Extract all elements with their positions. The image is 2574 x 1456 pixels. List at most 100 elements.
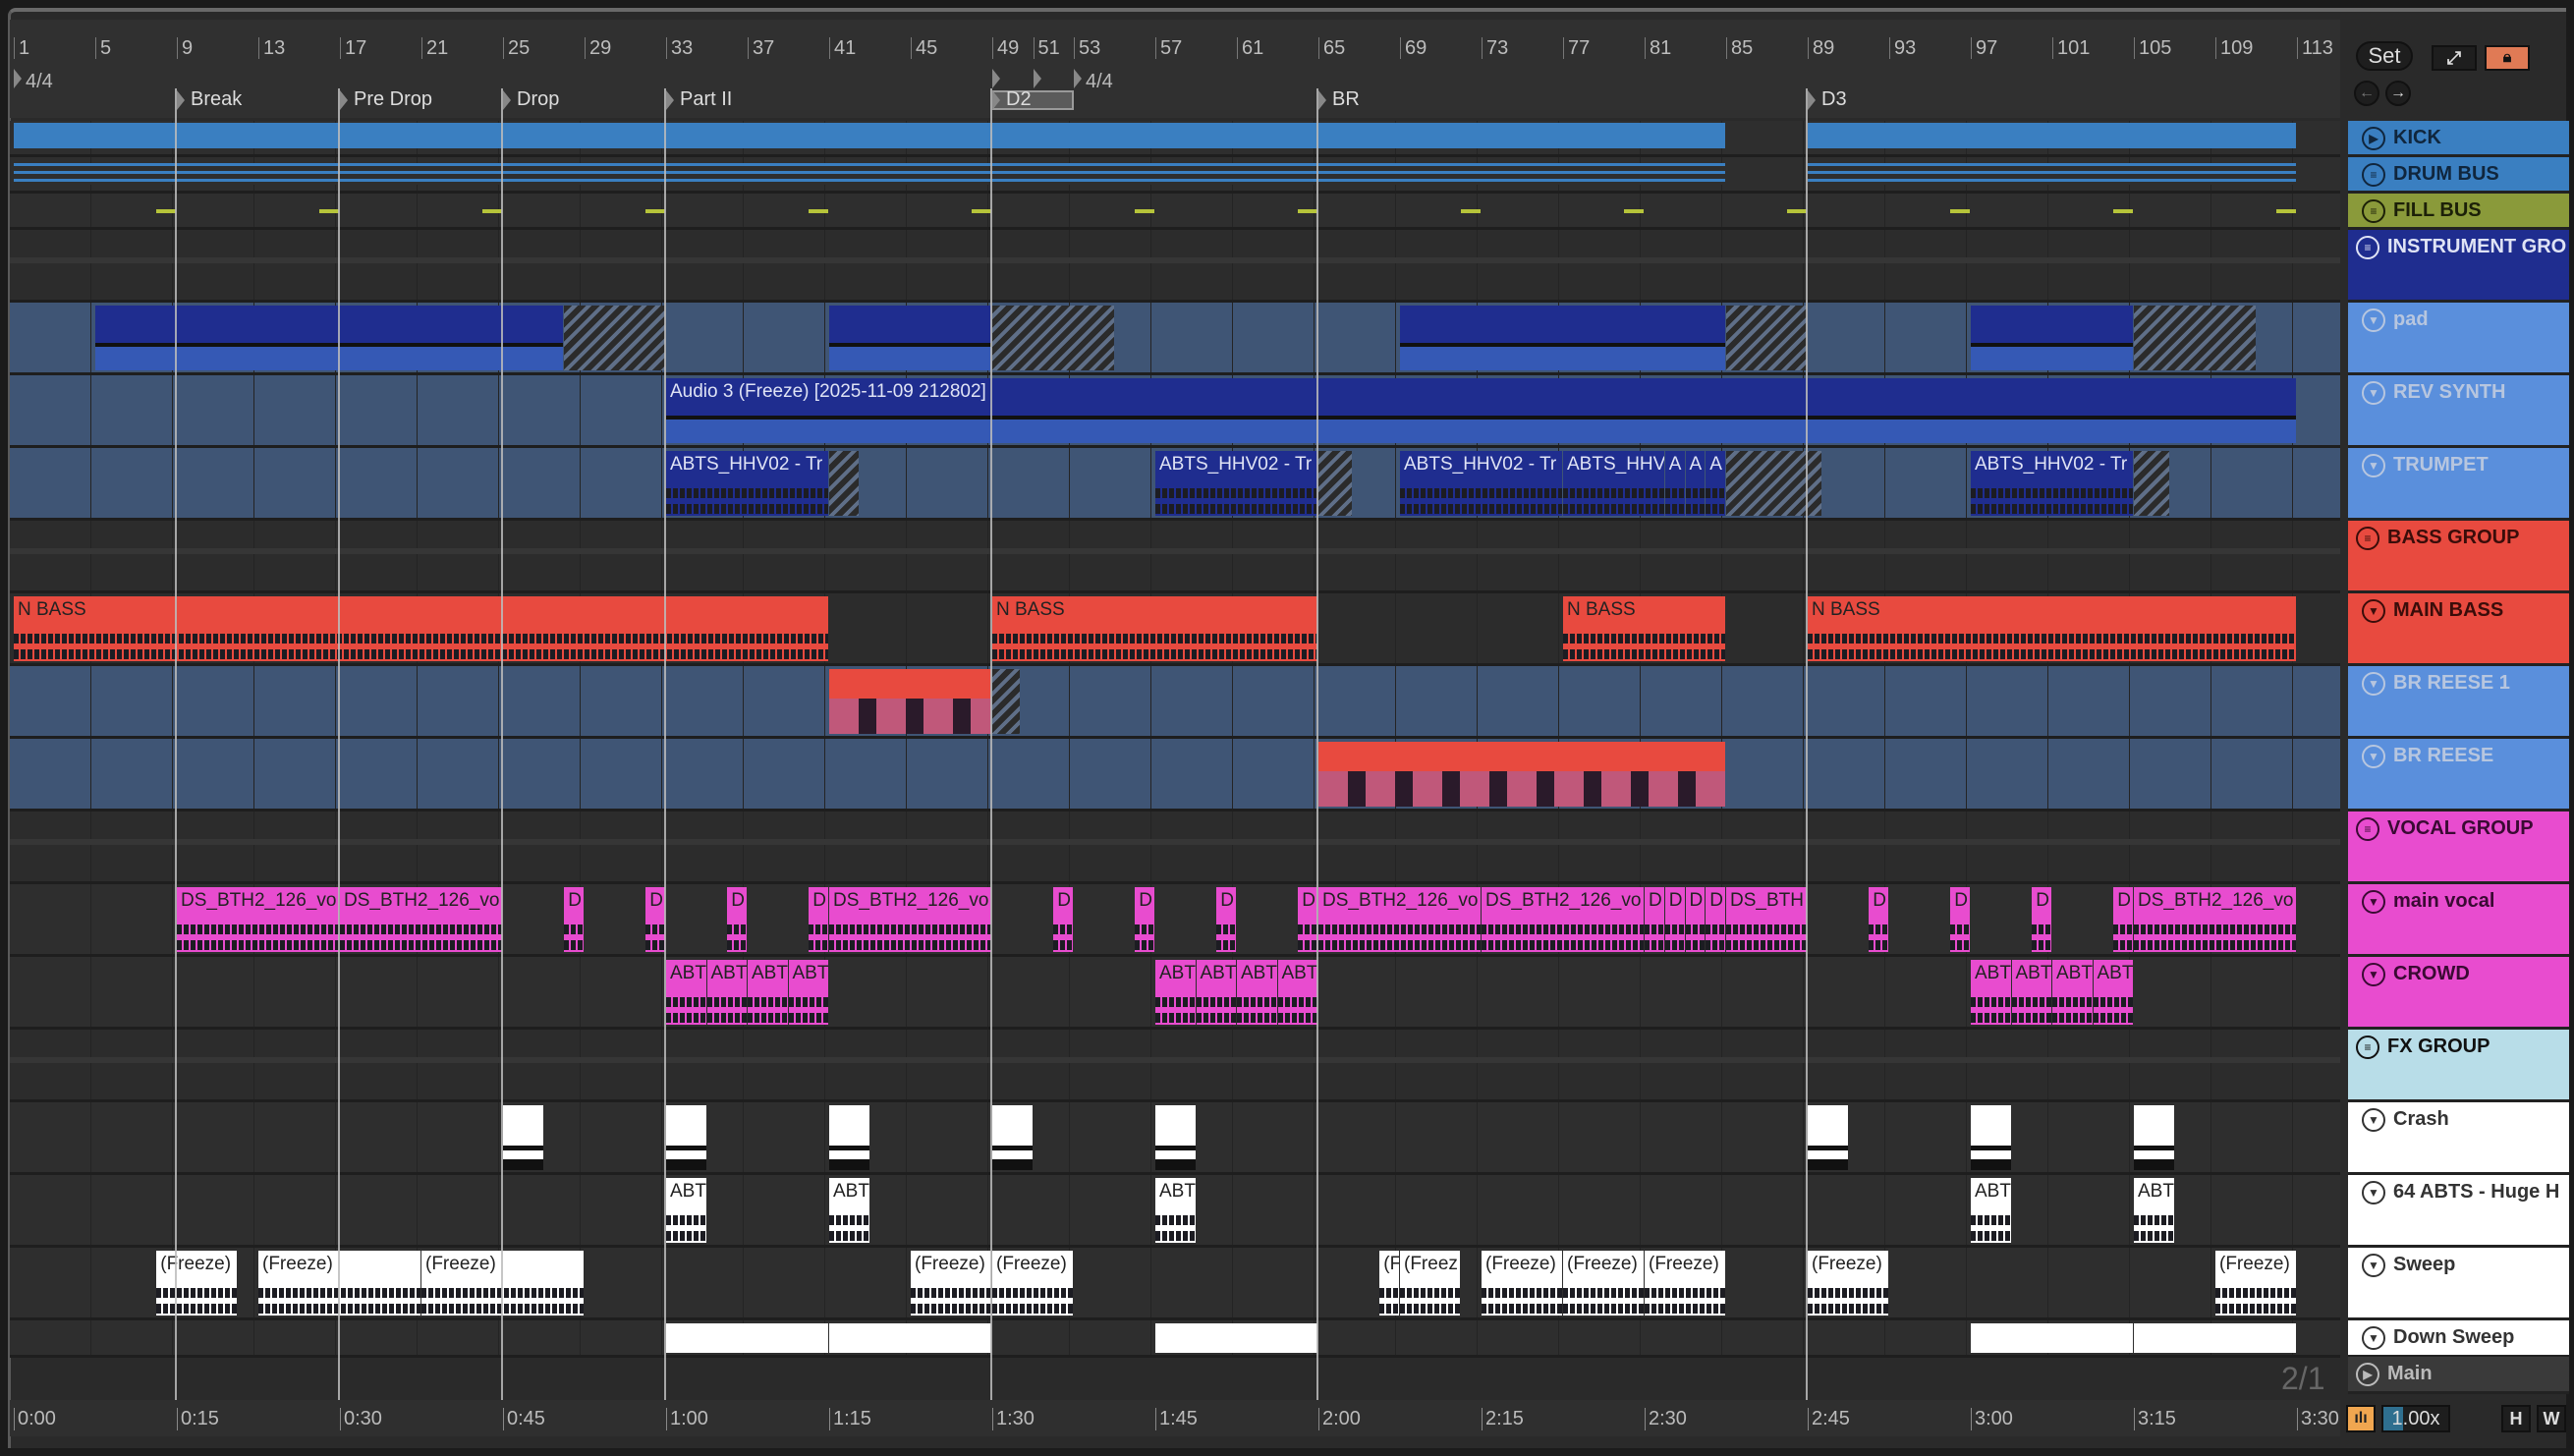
track-header-pad[interactable]: ▼ pad <box>2348 303 2569 375</box>
fold-triangle-icon[interactable]: ▼ <box>2362 745 2385 768</box>
clip-hatched[interactable] <box>1726 306 1807 370</box>
clip[interactable]: ABT <box>1155 960 1196 1025</box>
track-header-instrument-gro[interactable]: ≡ INSTRUMENT GRO <box>2348 230 2569 303</box>
group-fold-icon[interactable]: ≡ <box>2362 199 2385 223</box>
time-signature-marker-icon[interactable] <box>992 69 1000 88</box>
track-lane[interactable] <box>10 157 2340 194</box>
w-button[interactable]: W <box>2537 1405 2566 1432</box>
clip-hatched[interactable] <box>564 306 665 370</box>
clip[interactable]: (F <box>1379 1251 1399 1316</box>
fold-triangle-icon[interactable]: ▼ <box>2362 890 2385 914</box>
clip[interactable] <box>972 209 991 213</box>
track-header-fx-group[interactable]: ≡ FX GROUP <box>2348 1030 2569 1102</box>
locator-play-icon[interactable] <box>177 89 185 110</box>
clip[interactable] <box>829 306 991 370</box>
clip[interactable]: ABT <box>2093 960 2133 1025</box>
clip[interactable]: N BASS <box>992 596 1317 661</box>
clip[interactable]: D <box>1053 887 1073 952</box>
clip[interactable] <box>1155 1323 1317 1353</box>
clip[interactable]: D <box>1950 887 1970 952</box>
group-fold-icon[interactable]: ≡ <box>2362 163 2385 187</box>
track-lane[interactable]: ABT ABT ABT ABT ABT ABT ABT ABT ABT ABT ABT ABT <box>10 957 2340 1030</box>
clip[interactable]: D <box>727 887 747 952</box>
clip[interactable] <box>829 1323 991 1353</box>
clip[interactable] <box>666 1105 706 1170</box>
clip[interactable]: D <box>1298 887 1317 952</box>
track-header-drum-bus[interactable]: ≡ DRUM BUS <box>2348 157 2569 194</box>
clip[interactable] <box>1808 1105 1848 1170</box>
clip[interactable]: ABT <box>1277 960 1317 1025</box>
clip[interactable]: DS_BTH2_126_vo <box>340 887 502 952</box>
clip[interactable] <box>156 209 176 213</box>
clip[interactable] <box>14 163 1725 185</box>
clip[interactable]: D <box>2032 887 2051 952</box>
group-fold-icon[interactable]: ≡ <box>2356 817 2379 841</box>
track-lane[interactable] <box>10 521 2340 593</box>
clip[interactable]: A <box>1685 451 1706 516</box>
play-icon[interactable]: ▶ <box>2356 1363 2379 1386</box>
lock-icon[interactable]: 🔒︎ <box>2485 45 2530 71</box>
track-lane[interactable] <box>10 666 2340 739</box>
clip[interactable]: ABT <box>706 960 747 1025</box>
clip[interactable]: D <box>1685 887 1706 952</box>
clip[interactable]: D <box>564 887 584 952</box>
group-fold-icon[interactable]: ≡ <box>2356 1036 2379 1059</box>
forward-arrow-icon[interactable]: → <box>2385 81 2411 106</box>
clip[interactable]: D <box>1664 887 1685 952</box>
clip[interactable]: D <box>809 887 828 952</box>
clip[interactable] <box>1971 1105 2011 1170</box>
clip[interactable] <box>666 1323 828 1353</box>
clip[interactable]: D <box>1645 887 1664 952</box>
clip[interactable]: A <box>1664 451 1685 516</box>
clip-hatched[interactable] <box>2134 451 2170 516</box>
clip[interactable]: ABTS_HHV02 - Tr <box>1155 451 1317 516</box>
clip[interactable] <box>319 209 339 213</box>
track-lane[interactable] <box>10 1320 2340 1358</box>
set-button[interactable]: Set <box>2356 41 2413 71</box>
clip[interactable]: ABT <box>788 960 828 1025</box>
locator-play-icon[interactable] <box>992 89 1000 110</box>
track-lane[interactable]: ABTS_HHV02 - Tr ABTS_HHV02 - Tr ABTS_HHV02… <box>10 448 2340 521</box>
track-lane[interactable]: ABT ABT ABT ABT ABT <box>10 1175 2340 1248</box>
clip[interactable] <box>1155 1105 1196 1170</box>
clip[interactable]: ABT <box>1196 960 1236 1025</box>
h-button[interactable]: H <box>2501 1405 2531 1432</box>
clip[interactable]: ABT <box>748 960 788 1025</box>
track-lane[interactable]: DS_BTH2_126_vo DS_BTH2_126_vo D D D D DS_BTH2_… <box>10 884 2340 957</box>
track-lane[interactable] <box>10 303 2340 375</box>
track-header-main[interactable]: ▶ Main <box>2348 1357 2569 1394</box>
clip[interactable]: ABT <box>2134 1178 2174 1243</box>
track-lane[interactable] <box>10 1102 2340 1175</box>
clip[interactable]: ABTS_HHV02 - Tr <box>666 451 828 516</box>
back-arrow-icon[interactable]: ← <box>2354 81 2379 106</box>
follow-arrow-icon[interactable]: ⤢ <box>2432 45 2477 71</box>
clip[interactable] <box>482 209 502 213</box>
locator[interactable]: Part II <box>666 88 732 111</box>
fold-triangle-icon[interactable]: ▼ <box>2362 599 2385 623</box>
clip[interactable]: D <box>645 887 665 952</box>
clip[interactable] <box>1318 742 1725 807</box>
track-header-down-sweep[interactable]: ▼ Down Sweep <box>2348 1320 2569 1358</box>
clip[interactable]: N BASS <box>1808 596 2296 661</box>
clip[interactable] <box>1808 123 2296 148</box>
clip[interactable] <box>2134 1323 2296 1353</box>
clip[interactable]: (Freeze) <box>156 1251 238 1316</box>
clip[interactable]: ABT <box>666 960 706 1025</box>
track-lane[interactable]: N BASS N BASS N BASS N BASS <box>10 593 2340 666</box>
group-fold-icon[interactable]: ≡ <box>2356 236 2379 259</box>
locator-play-icon[interactable] <box>1808 89 1816 110</box>
track-header-br-reese-1[interactable]: ▼ BR REESE 1 <box>2348 666 2569 739</box>
clip[interactable] <box>829 1105 869 1170</box>
locator[interactable]: Pre Drop <box>340 88 432 111</box>
clip[interactable]: ABT <box>1971 1178 2011 1243</box>
locator-play-icon[interactable] <box>666 89 674 110</box>
clip[interactable]: DS_BTH2_126_vo <box>1482 887 1644 952</box>
fold-triangle-icon[interactable]: ▼ <box>2362 1108 2385 1132</box>
track-lane[interactable] <box>10 739 2340 812</box>
track-header-sweep[interactable]: ▼ Sweep <box>2348 1248 2569 1320</box>
clip[interactable]: N BASS <box>14 596 828 661</box>
clip[interactable]: ABTS_HHV02 - Tr <box>1971 451 2133 516</box>
track-header-rev-synth[interactable]: ▼ REV SYNTH <box>2348 375 2569 448</box>
fold-triangle-icon[interactable]: ▼ <box>2362 454 2385 477</box>
clip[interactable]: D <box>1135 887 1154 952</box>
